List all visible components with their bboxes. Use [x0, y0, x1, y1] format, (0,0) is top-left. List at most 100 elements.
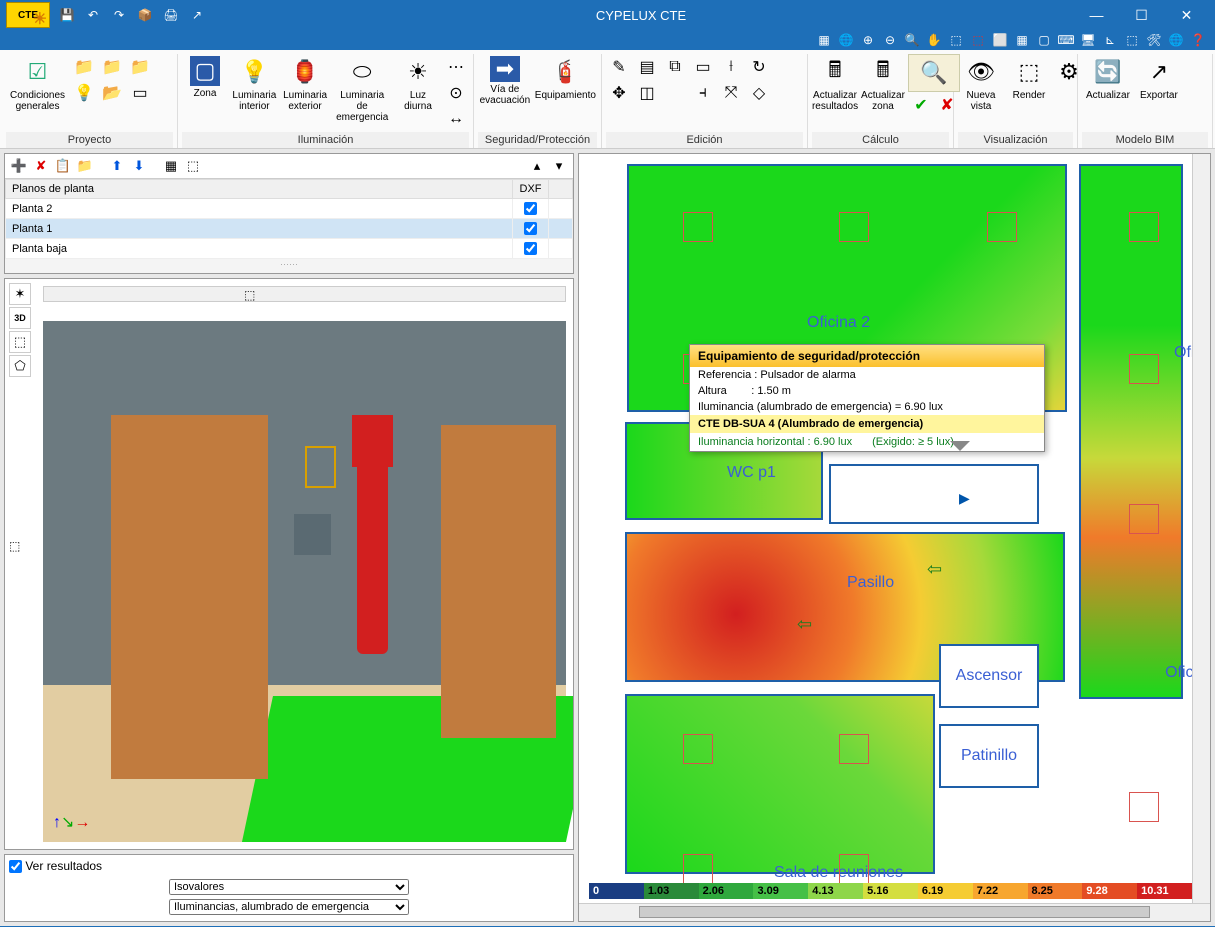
edit-shape-icon[interactable]: ◇: [746, 80, 772, 106]
edit-rotate-icon[interactable]: ↻: [746, 54, 772, 80]
view-3d[interactable]: ✶ 3D ⬚ ⬠ ⬚ ↑↘→ ⬚: [4, 278, 574, 850]
bim-actualizar-button[interactable]: 🔄Actualizar: [1082, 54, 1134, 103]
line-icon[interactable]: ↔: [443, 106, 469, 132]
zone-ascensor: Ascensor: [939, 644, 1039, 708]
3d-axis-icon[interactable]: ✶: [9, 283, 31, 305]
tooltip-title: Equipamiento de seguridad/protección: [690, 345, 1044, 367]
edit-mirror-icon[interactable]: ⤧: [718, 80, 744, 106]
snap-icon[interactable]: ⬜: [991, 31, 1009, 49]
maximize-button[interactable]: ☐: [1119, 1, 1164, 29]
dxf-checkbox[interactable]: [524, 242, 537, 255]
search-button[interactable]: 🔍: [908, 54, 960, 92]
edit-measure-icon[interactable]: ⟊: [718, 54, 744, 80]
3d-box-icon[interactable]: ⬚: [9, 331, 31, 353]
3d-toggle-icon[interactable]: ⬚: [9, 539, 20, 553]
dxf-checkbox[interactable]: [524, 202, 537, 215]
angle-icon[interactable]: ⊾: [1101, 31, 1119, 49]
check-icon[interactable]: ✔: [908, 92, 934, 118]
edit-layers-icon[interactable]: ▤: [634, 54, 660, 80]
nueva-vista-button[interactable]: 👁Nuevavista: [958, 54, 1004, 114]
folder4-icon[interactable]: 📂: [99, 80, 125, 106]
dxf-checkbox[interactable]: [524, 222, 537, 235]
grid-icon[interactable]: ▦: [1013, 31, 1031, 49]
zoom-in-icon[interactable]: ⊕: [859, 31, 877, 49]
group-iluminacion-label: Iluminación: [182, 132, 469, 148]
redo-icon[interactable]: ↷: [108, 4, 130, 26]
folder5-icon[interactable]: 📁: [127, 54, 153, 80]
plan-del-icon[interactable]: ✘: [31, 156, 51, 176]
edit-rect-icon[interactable]: ▭: [690, 54, 716, 80]
folder3-icon[interactable]: 📁: [99, 54, 125, 80]
plan-view[interactable]: WC p1 Pasillo ⇦ ⇦ Oficina 2 Sala de reun…: [578, 153, 1211, 922]
help-icon[interactable]: ❓: [1189, 31, 1207, 49]
folder1-icon[interactable]: 📁: [71, 54, 97, 80]
plan-folder-icon[interactable]: 📁: [75, 156, 95, 176]
ver-resultados-checkbox[interactable]: Ver resultados: [9, 859, 102, 873]
actualizar-zona-button[interactable]: 🖩Actualizarzona: [860, 54, 906, 114]
plan-grid-icon[interactable]: ▦: [161, 156, 181, 176]
export-icon[interactable]: ↗: [186, 4, 208, 26]
vertical-scrollbar[interactable]: [1192, 154, 1210, 903]
nav-first-icon[interactable]: ▦: [815, 31, 833, 49]
edit-pencil-icon[interactable]: ✎: [606, 54, 632, 80]
magnet-icon[interactable]: ⬚: [969, 31, 987, 49]
3d-cube-icon[interactable]: 3D: [9, 307, 31, 329]
layer-icon[interactable]: ▢: [1035, 31, 1053, 49]
luminaria-exterior-button[interactable]: 🏮Luminariaexterior: [281, 54, 330, 114]
zoom-out-icon[interactable]: ⊖: [881, 31, 899, 49]
folder2-icon[interactable]: 💡: [71, 80, 97, 106]
highlight-icon[interactable]: ⬚: [1123, 31, 1141, 49]
keyboard-icon[interactable]: ⌨: [1057, 31, 1075, 49]
plan-collapse-down-icon[interactable]: ▾: [549, 156, 569, 176]
plan-collapse-up-icon[interactable]: ▴: [527, 156, 547, 176]
results-type-select[interactable]: Isovalores: [169, 879, 409, 895]
equipamiento-button[interactable]: 🧯Equipamiento: [534, 54, 597, 103]
color-legend: 01.032.063.094.135.166.197.228.259.2810.…: [589, 883, 1192, 899]
tools-icon[interactable]: 🛠: [1145, 31, 1163, 49]
quick-access-toolbar: 💾 ↶ ↷ 📦 🖨 ↗: [56, 4, 208, 26]
results-metric-select[interactable]: Iluminancias, alumbrado de emergencia: [169, 899, 409, 915]
zone-patinillo: Patinillo: [939, 724, 1039, 788]
box-icon[interactable]: 📦: [134, 4, 156, 26]
group-vis-label: Visualización: [958, 132, 1073, 148]
edit-copy-icon[interactable]: ⧉: [662, 54, 688, 80]
folder6-icon[interactable]: ▭: [127, 80, 153, 106]
globe-icon[interactable]: 🌐: [837, 31, 855, 49]
table-row[interactable]: Planta 2: [6, 199, 573, 219]
horizontal-scrollbar[interactable]: [579, 903, 1210, 921]
edit-move-icon[interactable]: ✥: [606, 80, 632, 106]
zoom-fit-icon[interactable]: 🔍: [903, 31, 921, 49]
minimize-button[interactable]: —: [1074, 1, 1119, 29]
pan-icon[interactable]: ✋: [925, 31, 943, 49]
bim-exportar-button[interactable]: ↗Exportar: [1136, 54, 1182, 103]
plan-copy-icon[interactable]: 📋: [53, 156, 73, 176]
monitor-icon[interactable]: 🖥: [1079, 31, 1097, 49]
dots-icon[interactable]: ⋯: [443, 54, 469, 80]
edit-blank-icon[interactable]: [662, 80, 688, 106]
via-evacuacion-button[interactable]: ➡Vía deevacuación: [478, 54, 532, 108]
select-icon[interactable]: ⬚: [947, 31, 965, 49]
plan-qr-icon[interactable]: ⬚: [183, 156, 203, 176]
web-icon[interactable]: 🌐: [1167, 31, 1185, 49]
table-row[interactable]: Planta 1: [6, 219, 573, 239]
edit-erase-icon[interactable]: ◫: [634, 80, 660, 106]
save-icon[interactable]: 💾: [56, 4, 78, 26]
plan-up-icon[interactable]: ⬆: [107, 156, 127, 176]
table-row[interactable]: Planta baja: [6, 239, 573, 259]
3d-poly-icon[interactable]: ⬠: [9, 355, 31, 377]
undo-icon[interactable]: ↶: [82, 4, 104, 26]
plan-add-icon[interactable]: ➕: [9, 156, 29, 176]
luz-diurna-button[interactable]: ☀Luzdiurna: [395, 54, 441, 114]
condiciones-button[interactable]: ☑Condicionesgenerales: [6, 54, 69, 114]
app-logo: CTE: [6, 2, 50, 28]
luminaria-interior-button[interactable]: 💡Luminariainterior: [230, 54, 279, 114]
point-icon[interactable]: ⊙: [443, 80, 469, 106]
luminaria-emergencia-button[interactable]: ⬭Luminaria deemergencia: [331, 54, 393, 125]
edit-align-icon[interactable]: ⫞: [690, 80, 716, 106]
render-button[interactable]: ⬚Render: [1006, 54, 1052, 103]
actualizar-resultados-button[interactable]: 🖩Actualizarresultados: [812, 54, 858, 114]
print-icon[interactable]: 🖨: [160, 4, 182, 26]
plan-down-icon[interactable]: ⬇: [129, 156, 149, 176]
close-button[interactable]: ✕: [1164, 1, 1209, 29]
zona-button[interactable]: ▢Zona: [182, 54, 228, 101]
